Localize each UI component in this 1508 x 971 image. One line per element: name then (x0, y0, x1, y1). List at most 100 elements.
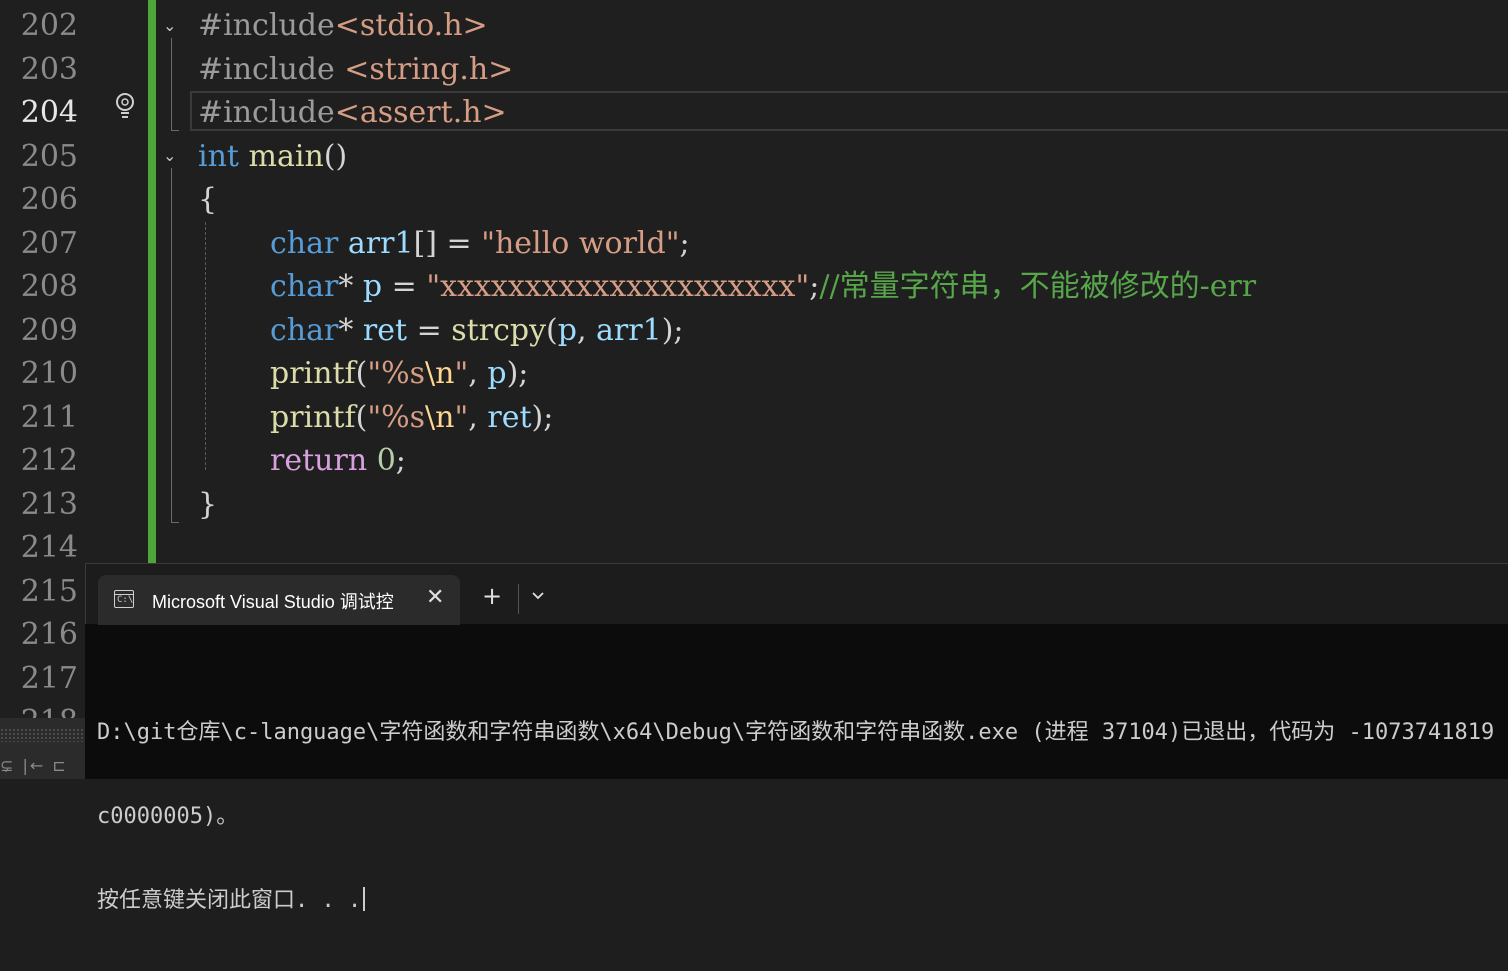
console-prompt-text: 按任意键关闭此窗口. . . (97, 888, 362, 913)
line-number: 207 (20, 225, 78, 261)
string-literal: " (454, 399, 469, 435)
include-path: <string.h> (344, 51, 514, 87)
code-line-204[interactable]: #include<assert.h> (198, 91, 507, 135)
function-call: strcpy (451, 312, 547, 348)
escape-sequence: \n (425, 399, 455, 435)
console-line: c0000005)。 (97, 804, 239, 829)
punctuation: , (468, 399, 488, 435)
variable: arr1 (347, 225, 414, 261)
line-number: 213 (20, 486, 78, 522)
string-literal: "%s (367, 399, 426, 435)
tab-separator (518, 584, 519, 614)
line-number: 209 (20, 312, 78, 348)
code-comment: //常量字符串，不能被修改的-err (819, 269, 1257, 304)
function-name: main (248, 138, 324, 174)
line-number: 208 (20, 269, 78, 304)
line-number: 205 (20, 138, 78, 174)
function-call: printf (270, 399, 356, 435)
fold-guide (171, 38, 172, 130)
punctuation: () (323, 138, 348, 174)
new-tab-button[interactable]: + (482, 584, 502, 608)
console-icon: C:\ (114, 590, 134, 608)
punctuation: ( (355, 399, 368, 435)
keyword: return (270, 443, 368, 478)
code-line-208[interactable]: char* p = "xxxxxxxxxxxxxxxxxxxxx";//常量字符… (198, 265, 1256, 309)
include-path: <stdio.h> (334, 8, 488, 43)
debug-console-window[interactable]: C:\ Microsoft Visual Studio 调试控 ✕ + D:\g… (85, 563, 1508, 913)
code-line-203[interactable]: #include <string.h> (198, 48, 513, 92)
string-literal: "%s (367, 356, 426, 391)
string-literal: "xxxxxxxxxxxxxxxxxxxxx" (426, 269, 810, 304)
variable: ret (362, 312, 408, 348)
operator: * (338, 269, 363, 304)
fold-chevron-icon[interactable]: ⌄ (163, 18, 179, 34)
include-path: <assert.h> (334, 95, 507, 130)
close-brace: } (198, 486, 218, 522)
lightbulb-icon[interactable] (112, 91, 138, 121)
argument: p (557, 312, 577, 348)
line-number-current: 204 (20, 95, 78, 130)
code-line-212[interactable]: return 0; (198, 439, 406, 483)
string-literal: "hello world" (481, 225, 680, 261)
open-brace: { (198, 182, 218, 217)
keyword: char (270, 312, 339, 348)
punctuation: ( (546, 312, 558, 348)
punctuation: ); (506, 356, 529, 391)
line-number: 217 (20, 660, 78, 696)
line-number: 215 (20, 573, 78, 609)
punctuation: , (576, 312, 597, 348)
semicolon: ; (679, 225, 690, 261)
code-line-210[interactable]: printf("%s\n", p); (198, 352, 528, 396)
fold-chevron-icon[interactable]: ⌄ (163, 148, 179, 164)
terminal-tab-bar: C:\ Microsoft Visual Studio 调试控 ✕ + (85, 563, 1508, 625)
code-line-205[interactable]: int main() (198, 135, 347, 179)
preprocessor-directive: #include (198, 95, 335, 130)
argument: arr1 (596, 312, 662, 348)
line-number: 210 (20, 356, 78, 391)
text-cursor (363, 887, 366, 911)
semicolon: ; (395, 443, 406, 478)
punctuation: ( (355, 356, 368, 391)
punctuation: ); (661, 312, 684, 348)
argument: ret (487, 399, 532, 435)
fold-guide (171, 168, 172, 522)
console-output[interactable]: D:\git仓库\c-language\字符函数和字符串函数\x64\Debug… (97, 663, 1508, 971)
fold-guide-end (171, 130, 179, 131)
change-indicator-bar (148, 0, 156, 565)
tab-title: Microsoft Visual Studio 调试控 (152, 592, 394, 612)
line-number: 211 (20, 399, 78, 435)
code-line-207[interactable]: char arr1[] = "hello world"; (198, 222, 690, 266)
keyword: int (198, 138, 239, 174)
fold-guide-end (171, 522, 179, 523)
console-line-prompt: 按任意键关闭此窗口. . . (97, 887, 1508, 915)
argument: p (487, 356, 507, 391)
string-literal: " (454, 356, 469, 391)
chevron-down-icon[interactable] (530, 588, 546, 604)
line-number: 203 (20, 51, 78, 87)
operator: * (338, 312, 363, 348)
line-number: 216 (20, 617, 78, 652)
escape-sequence: \n (425, 356, 455, 391)
line-number: 214 (20, 530, 78, 565)
code-line-209[interactable]: char* ret = strcpy(p, arr1); (198, 309, 684, 353)
code-line-211[interactable]: printf("%s\n", ret); (198, 396, 553, 440)
operator: = (382, 269, 427, 304)
function-call: printf (270, 356, 356, 391)
line-number: 212 (20, 443, 78, 478)
splitter-grip[interactable] (0, 728, 86, 742)
console-line: D:\git仓库\c-language\字符函数和字符串函数\x64\Debug… (97, 720, 1508, 745)
code-line-213[interactable]: } (198, 483, 217, 527)
operator: [] = (413, 225, 482, 261)
punctuation: ); (531, 399, 554, 435)
keyword: char (270, 225, 339, 261)
variable: p (362, 269, 383, 304)
line-number: 202 (20, 8, 78, 43)
close-tab-icon[interactable]: ✕ (426, 585, 444, 610)
preprocessor-directive: #include (198, 8, 335, 43)
code-line-202[interactable]: #include<stdio.h> (198, 4, 488, 48)
tab-debug-console[interactable]: C:\ Microsoft Visual Studio 调试控 ✕ (98, 575, 460, 625)
status-glyphs: ⊊ |← ⊏ (0, 756, 68, 775)
number-literal: 0 (376, 443, 396, 478)
code-line-206[interactable]: { (198, 178, 217, 222)
semicolon: ; (809, 269, 820, 304)
